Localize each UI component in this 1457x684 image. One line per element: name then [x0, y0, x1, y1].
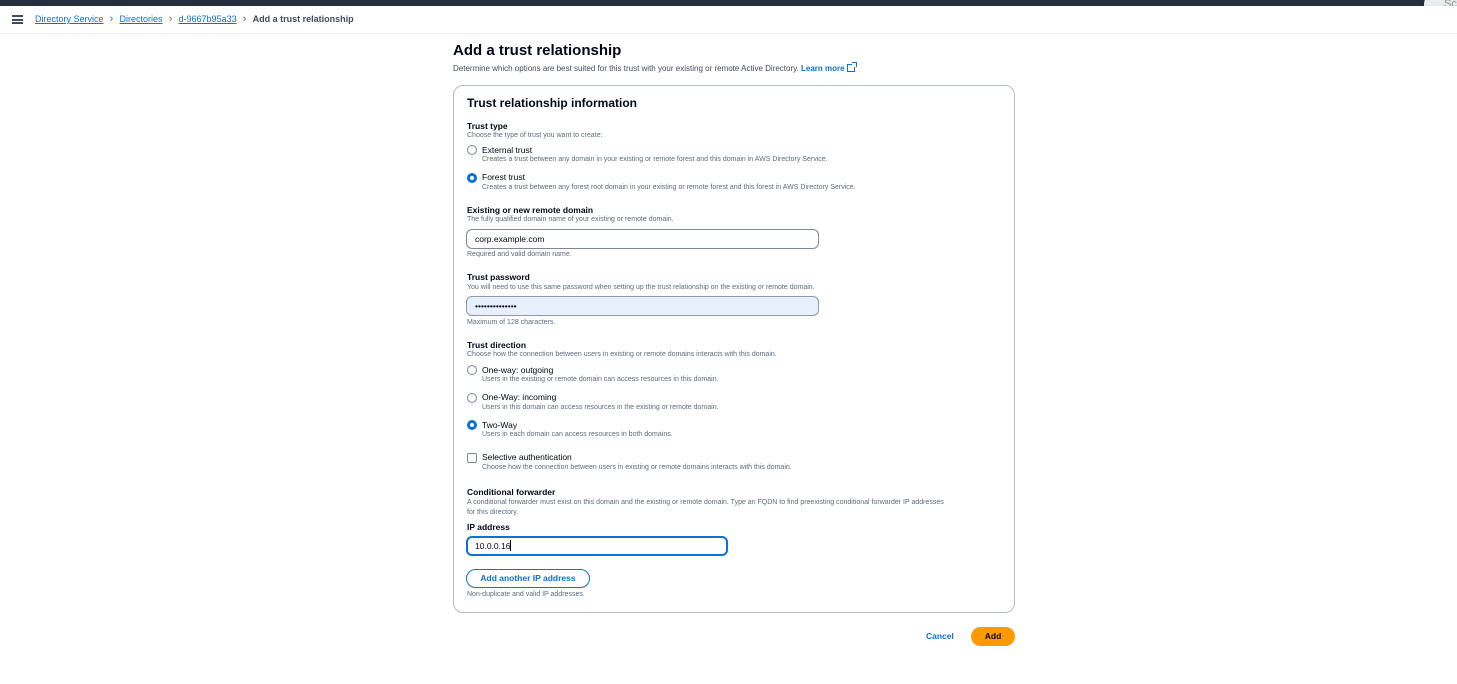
breadcrumb-bar: Directory Service › Directories › d-9667… — [0, 6, 1457, 34]
text-caret — [510, 540, 512, 551]
conditional-forwarder-description-line1: A conditional forwarder must exist on th… — [467, 499, 944, 506]
trust-direction-description: Choose how the connection between users … — [467, 351, 777, 358]
trust-type-label: Trust type — [467, 121, 508, 131]
conditional-forwarder-label: Conditional forwarder — [467, 487, 556, 497]
two-way-description: Users in each domain can access resource… — [482, 431, 673, 438]
selective-authentication-label[interactable]: Selective authentication — [482, 452, 572, 462]
two-way-label[interactable]: Two-Way — [482, 420, 517, 430]
chevron-right-icon: › — [168, 13, 173, 25]
panel-title: Trust relationship information — [467, 96, 638, 110]
trust-password-input[interactable]: •••••••••••••• — [466, 296, 819, 316]
remote-domain-input[interactable]: corp.example.com — [466, 229, 819, 249]
page-title: Add a trust relationship — [453, 42, 622, 59]
external-trust-radio[interactable] — [467, 145, 477, 155]
page-description: Determine which options are best suited … — [453, 62, 857, 73]
menu-icon[interactable] — [12, 15, 23, 24]
cancel-button[interactable]: Cancel — [926, 631, 954, 641]
ip-address-label: IP address — [467, 522, 510, 532]
one-way-outgoing-label[interactable]: One-way: outgoing — [482, 365, 553, 375]
one-way-incoming-radio[interactable] — [467, 393, 477, 403]
breadcrumb-directories[interactable]: Directories — [120, 14, 163, 24]
trust-relationship-panel: Trust relationship information Trust typ… — [453, 85, 1015, 613]
chevron-right-icon: › — [242, 13, 247, 25]
remote-domain-constraint: Required and valid domain name. — [467, 251, 572, 258]
trust-password-description: You will need to use this same password … — [467, 284, 815, 291]
chevron-right-icon: › — [109, 13, 114, 25]
conditional-forwarder-description-line2: for this directory. — [467, 509, 519, 516]
one-way-incoming-label[interactable]: One-Way: incoming — [482, 392, 556, 402]
two-way-radio[interactable] — [467, 420, 477, 430]
learn-more-link[interactable]: Learn more — [801, 62, 857, 73]
add-button[interactable]: Add — [971, 627, 1015, 646]
selective-authentication-checkbox[interactable] — [467, 453, 477, 463]
breadcrumb-current: Add a trust relationship — [252, 14, 354, 24]
trust-direction-label: Trust direction — [467, 340, 527, 350]
page-description-text: Determine which options are best suited … — [453, 64, 799, 73]
trust-type-description: Choose the type of trust you want to cre… — [467, 132, 603, 139]
external-trust-label[interactable]: External trust — [482, 145, 532, 155]
breadcrumb-directory-service[interactable]: Directory Service — [35, 14, 104, 24]
external-link-icon — [846, 62, 857, 72]
ip-address-value: 10.0.0.16 — [475, 541, 511, 551]
one-way-outgoing-radio[interactable] — [467, 365, 477, 375]
forest-trust-label[interactable]: Forest trust — [482, 172, 525, 182]
breadcrumb: Directory Service › Directories › d-9667… — [35, 13, 354, 25]
forest-trust-radio[interactable] — [467, 173, 477, 183]
external-trust-description: Creates a trust between any domain in yo… — [482, 156, 828, 163]
remote-domain-description: The fully qualified domain name of your … — [467, 216, 674, 223]
trust-password-constraint: Maximum of 128 characters. — [467, 319, 556, 326]
add-another-ip-button[interactable]: Add another IP address — [466, 569, 590, 588]
one-way-incoming-description: Users in this domain can access resource… — [482, 404, 719, 411]
trust-password-label: Trust password — [467, 272, 530, 282]
selective-authentication-description: Choose how the connection between users … — [482, 464, 792, 471]
forest-trust-description: Creates a trust between any forest root … — [482, 184, 856, 191]
one-way-outgoing-description: Users in the existing or remote domain c… — [482, 376, 719, 383]
remote-domain-label: Existing or new remote domain — [467, 205, 594, 215]
ip-address-input[interactable]: 10.0.0.16 — [466, 536, 728, 556]
breadcrumb-directory-id[interactable]: d-9667b95a33 — [179, 14, 237, 24]
ip-address-constraint: Non-duplicate and valid IP addresses. — [467, 591, 585, 598]
learn-more-label: Learn more — [801, 64, 845, 73]
